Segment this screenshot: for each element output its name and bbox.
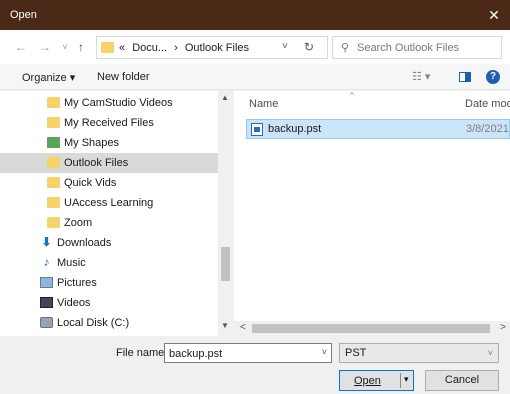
tree-item-quick-vids[interactable]: Quick Vids — [0, 173, 218, 193]
scrollbar-thumb[interactable] — [221, 247, 230, 281]
folder-icon — [47, 117, 60, 128]
tree-item-label: My CamStudio Videos — [64, 97, 173, 109]
tree-item-videos[interactable]: Videos — [0, 293, 218, 313]
dialog-footer: File name: ˅ PST ˅ Open ▾ Cancel — [0, 336, 510, 394]
tree-item-my-camstudio-videos[interactable]: My CamStudio Videos — [0, 93, 218, 113]
tree-item-label: My Shapes — [64, 137, 120, 149]
title-bar: Open ✕ — [0, 0, 510, 30]
pst-file-icon — [251, 123, 263, 136]
tree-item-outlook-files[interactable]: Outlook Files — [0, 153, 218, 173]
breadcrumb-item-outlook-files[interactable]: Outlook Files — [185, 42, 249, 54]
column-header-name[interactable]: Name — [249, 98, 278, 110]
refresh-icon[interactable]: ↻ — [304, 40, 314, 54]
search-icon: ⚲ — [341, 42, 350, 54]
column-header-label: Name — [249, 98, 279, 110]
tree-item-pictures[interactable]: Pictures — [0, 273, 218, 293]
breadcrumb: « Docu... › Outlook Files — [119, 42, 253, 54]
change-view-icon[interactable]: ☷ ▾ — [412, 70, 430, 83]
file-date: 3/8/2021 4 — [466, 123, 510, 135]
help-icon[interactable]: ? — [486, 70, 500, 84]
organize-button[interactable]: Organize ▾ — [22, 71, 75, 84]
cancel-button[interactable]: Cancel — [425, 370, 499, 391]
tree-item-label: Outlook Files — [64, 157, 129, 169]
tree-item-local-disk[interactable]: Local Disk (C:) — [0, 313, 218, 333]
tree-item-downloads[interactable]: ⬇ Downloads — [0, 233, 218, 253]
pictures-icon — [40, 277, 53, 288]
file-name-input[interactable] — [169, 346, 309, 361]
disk-icon — [40, 317, 53, 328]
navigation-pane: My CamStudio Videos My Received Files My… — [0, 91, 233, 336]
open-button-label: Open — [354, 375, 381, 387]
videos-icon — [40, 297, 53, 308]
scrollbar-thumb[interactable] — [252, 324, 490, 333]
sort-ascending-icon: ^ — [350, 91, 354, 100]
search-box[interactable]: ⚲ — [332, 36, 502, 59]
tree-item-label: Videos — [57, 297, 91, 309]
folder-icon — [47, 97, 60, 108]
file-name-label: File name: — [116, 347, 168, 359]
search-input[interactable] — [357, 40, 497, 56]
tree-item-label: Zoom — [64, 217, 93, 229]
scroll-down-icon[interactable]: ▼ — [221, 321, 229, 330]
new-folder-button[interactable]: New folder — [97, 71, 150, 83]
chevron-down-icon: ˅ — [487, 348, 493, 358]
file-list-horizontal-scrollbar[interactable]: < > — [234, 321, 510, 336]
caret-down-icon: ▾ — [404, 374, 409, 384]
tree-item-label: My Received Files — [64, 117, 154, 129]
tree-item-music[interactable]: ♪ Music — [0, 253, 218, 273]
tree-item-label: Pictures — [57, 277, 97, 289]
tree-item-label: Quick Vids — [64, 177, 117, 189]
open-options-split-button[interactable]: ▾ — [400, 373, 413, 388]
back-arrow-icon[interactable]: ← — [14, 39, 28, 55]
tree-item-my-received-files[interactable]: My Received Files — [0, 113, 218, 133]
folder-icon — [47, 157, 60, 168]
breadcrumb-separator[interactable]: › — [174, 42, 178, 54]
file-type-value: PST — [345, 347, 367, 359]
scroll-right-icon[interactable]: > — [500, 322, 506, 333]
download-icon: ⬇ — [41, 235, 52, 249]
address-bar[interactable]: « Docu... › Outlook Files ˅ ↻ — [96, 36, 328, 59]
preview-pane-icon[interactable] — [459, 72, 471, 82]
file-row[interactable]: backup.pst 3/8/2021 4 — [246, 119, 510, 139]
chevron-down-icon[interactable]: ˅ — [322, 347, 327, 357]
file-name: backup.pst — [268, 123, 322, 135]
chevron-down-icon[interactable]: ˅ — [282, 41, 288, 52]
command-toolbar: Organize ▾ New folder ☷ ▾ ? — [0, 64, 510, 90]
navigation-bar: ← → ˅ ↑ « Docu... › Outlook Files ˅ ↻ ⚲ — [0, 30, 510, 64]
tree-item-label: Local Disk (C:) — [57, 317, 130, 329]
file-list: Name ^ Date mod backup.pst 3/8/2021 4 < … — [234, 91, 510, 336]
music-icon: ♪ — [43, 255, 50, 269]
tree-item-zoom[interactable]: Zoom — [0, 213, 218, 233]
close-icon[interactable]: ✕ — [484, 5, 504, 25]
breadcrumb-overflow[interactable]: « — [119, 42, 125, 54]
recent-locations-chevron-icon[interactable]: ˅ — [58, 39, 72, 55]
folder-icon — [101, 42, 114, 53]
tree-item-my-shapes[interactable]: My Shapes — [0, 133, 218, 153]
file-name-combobox[interactable]: ˅ — [164, 343, 332, 363]
scroll-left-icon[interactable]: < — [240, 322, 246, 333]
file-type-select[interactable]: PST ˅ — [339, 343, 499, 363]
scroll-up-icon[interactable]: ▲ — [221, 93, 229, 102]
open-button[interactable]: Open ▾ — [339, 370, 414, 391]
forward-arrow-icon[interactable]: → — [38, 39, 52, 55]
tree-vertical-scrollbar[interactable]: ▲ ▼ — [218, 91, 233, 336]
tree-item-uaccess-learning[interactable]: UAccess Learning — [0, 193, 218, 213]
up-arrow-icon[interactable]: ↑ — [74, 39, 88, 55]
tree-item-label: Downloads — [57, 237, 112, 249]
window-title: Open — [10, 9, 37, 21]
tree-item-label: Music — [57, 257, 86, 269]
column-header-date-modified[interactable]: Date mod — [465, 98, 510, 110]
folder-icon — [47, 177, 60, 188]
folder-icon — [47, 217, 60, 228]
shapes-folder-icon — [47, 137, 60, 148]
tree-item-label: UAccess Learning — [64, 197, 154, 209]
folder-icon — [47, 197, 60, 208]
breadcrumb-item-documents[interactable]: Docu... — [132, 42, 167, 54]
